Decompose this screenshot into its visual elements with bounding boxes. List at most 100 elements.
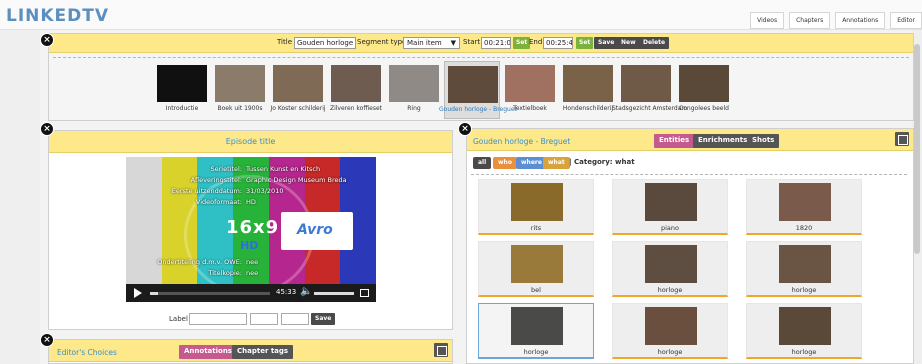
entity-name: 1820 [795, 224, 813, 232]
chapter-thumbnail-image [505, 65, 555, 102]
expand-icon[interactable] [434, 343, 448, 357]
divider [471, 174, 907, 175]
chapter-thumbnail-image [448, 66, 498, 103]
entity-card[interactable]: horloge [612, 241, 728, 297]
nav-annotations-button[interactable]: Annotations [835, 12, 886, 29]
meta-value-episode: Graphic Design Museum Breda [246, 176, 347, 184]
tab-entities[interactable]: Entities [654, 134, 695, 148]
close-entities-icon[interactable]: × [458, 122, 472, 136]
filter-what[interactable]: what [543, 157, 570, 169]
start-input[interactable]: 00:21:06 [481, 37, 511, 49]
set-end-button[interactable]: Set [576, 37, 594, 49]
expand-icon[interactable] [895, 132, 909, 146]
meta-value-date: 31/03/2010 [246, 187, 284, 195]
segment-type-value: Main item [407, 39, 442, 47]
set-start-button[interactable]: Set [513, 37, 531, 49]
label-start-input[interactable] [250, 313, 278, 325]
end-label: End [529, 38, 543, 46]
close-episode-icon[interactable]: × [40, 122, 54, 136]
meta-value-titlecopy: nee [246, 269, 259, 277]
volume-slider[interactable] [314, 292, 354, 295]
scrollbar-thumb[interactable] [914, 44, 920, 254]
label-end-input[interactable] [281, 313, 309, 325]
end-input[interactable]: 00:25:40 [543, 37, 573, 49]
entity-card[interactable]: 1820 [746, 179, 862, 235]
entity-name: horloge [791, 286, 817, 294]
filter-all[interactable]: all [473, 157, 492, 169]
entity-image [511, 183, 563, 221]
meta-value-format: HD [246, 198, 256, 206]
chapter-thumbnail[interactable]: Textielboek [502, 61, 558, 119]
meta-label-subtitles: Ondertiteling d.m.v. OWE: [157, 258, 242, 266]
entity-image [779, 307, 831, 345]
meta-label-format: Videoformaat: [195, 198, 242, 206]
title-input[interactable]: Gouden horloge - B [294, 37, 356, 49]
close-editor-icon[interactable]: × [40, 333, 54, 347]
meta-value-subtitles: nee [246, 258, 259, 266]
entity-card[interactable]: piano [612, 179, 728, 235]
top-nav: Videos Chapters Annotations Editor [750, 12, 922, 29]
save-chapter-button[interactable]: Save [594, 37, 619, 49]
nav-chapters-button[interactable]: Chapters [789, 12, 831, 29]
video-controls: 45:33 🔈 [126, 284, 376, 302]
chapter-thumbnail[interactable]: Ring [386, 61, 442, 119]
play-icon[interactable] [134, 288, 142, 298]
close-chapters-icon[interactable]: × [40, 33, 54, 47]
chapter-thumbnail-image [331, 65, 381, 102]
meta-label-date: Eerste uitzenddatum: [171, 187, 242, 195]
time-display: 45:33 [276, 288, 297, 296]
seek-bar[interactable] [150, 292, 270, 295]
entity-name: horloge [657, 286, 683, 294]
meta-label-series: Serietitel: [210, 165, 242, 173]
fullscreen-icon[interactable] [360, 289, 369, 297]
new-chapter-button[interactable]: New [617, 37, 640, 49]
chapter-thumbnail[interactable]: Jo Koster schilderij [270, 61, 326, 119]
chapter-thumbnail[interactable]: Zilveren koffieset [328, 61, 384, 119]
app-logo[interactable]: LINKEDTV [6, 6, 109, 26]
save-label-button[interactable]: Save [311, 313, 336, 325]
entity-card[interactable]: horloge [746, 241, 862, 297]
chapter-thumbnail[interactable]: Congolees beeld [676, 61, 732, 119]
seek-bar-fill [150, 292, 159, 295]
entity-name: piano [660, 224, 679, 232]
title-label: Title [277, 38, 293, 46]
chapter-thumbnail[interactable]: Hondenschilderij [560, 61, 616, 119]
entity-card[interactable]: rits [478, 179, 594, 235]
entity-name: bel [531, 286, 541, 294]
video-player[interactable]: Serietitel: Tussen Kunst en Kitsch Aflev… [126, 157, 376, 302]
segment-type-select[interactable]: Main item ▼ [403, 37, 460, 49]
chapter-thumbnail[interactable]: Gouden horloge - Breguet [439, 61, 517, 119]
chapter-thumbnail-image [563, 65, 613, 102]
hd-text: HD [240, 239, 259, 252]
tab-annotations[interactable]: Annotations [179, 345, 237, 359]
entity-card[interactable]: horloge [478, 303, 594, 359]
tab-shots[interactable]: Shots [747, 134, 780, 148]
entities-panel: Gouden horloge - Breguet Entities Enrich… [466, 128, 914, 364]
nav-videos-button[interactable]: Videos [750, 12, 785, 29]
chapter-thumbnail[interactable]: Boek uit 1900s [212, 61, 268, 119]
chapter-thumbnail[interactable]: Introductie [154, 61, 210, 119]
chapter-thumbnail[interactable]: Stadsgezicht Amsterdam [612, 61, 687, 119]
tab-enrichments[interactable]: Enrichments [693, 134, 753, 148]
label-input[interactable] [189, 313, 247, 325]
dropdown-caret-icon: ▼ [450, 39, 456, 47]
entity-card[interactable]: bel [478, 241, 594, 297]
chapter-thumbnail-image [679, 65, 729, 102]
entity-card[interactable]: horloge [746, 303, 862, 359]
filter-who[interactable]: who [493, 157, 517, 169]
segment-type-label: Segment type [357, 38, 407, 46]
divider [53, 57, 909, 58]
tab-chapter-tags[interactable]: Chapter tags [232, 345, 294, 359]
entity-card[interactable]: horloge [612, 303, 728, 359]
delete-chapter-button[interactable]: Delete [639, 37, 670, 49]
entity-name: horloge [791, 348, 817, 356]
top-bar: LINKEDTV Videos Chapters Annotations Edi… [0, 0, 922, 30]
nav-editor-button[interactable]: Editor [890, 12, 922, 29]
chapter-thumbnail-image [389, 65, 439, 102]
chapter-thumbnail-image [157, 65, 207, 102]
entity-image [645, 245, 697, 283]
episode-title: Episode title [225, 137, 276, 146]
episode-panel: Episode title Serietitel: Tussen Kunst e… [48, 130, 453, 330]
volume-icon[interactable]: 🔈 [300, 286, 312, 297]
chapter-thumbnail-label: Ring [407, 105, 421, 112]
